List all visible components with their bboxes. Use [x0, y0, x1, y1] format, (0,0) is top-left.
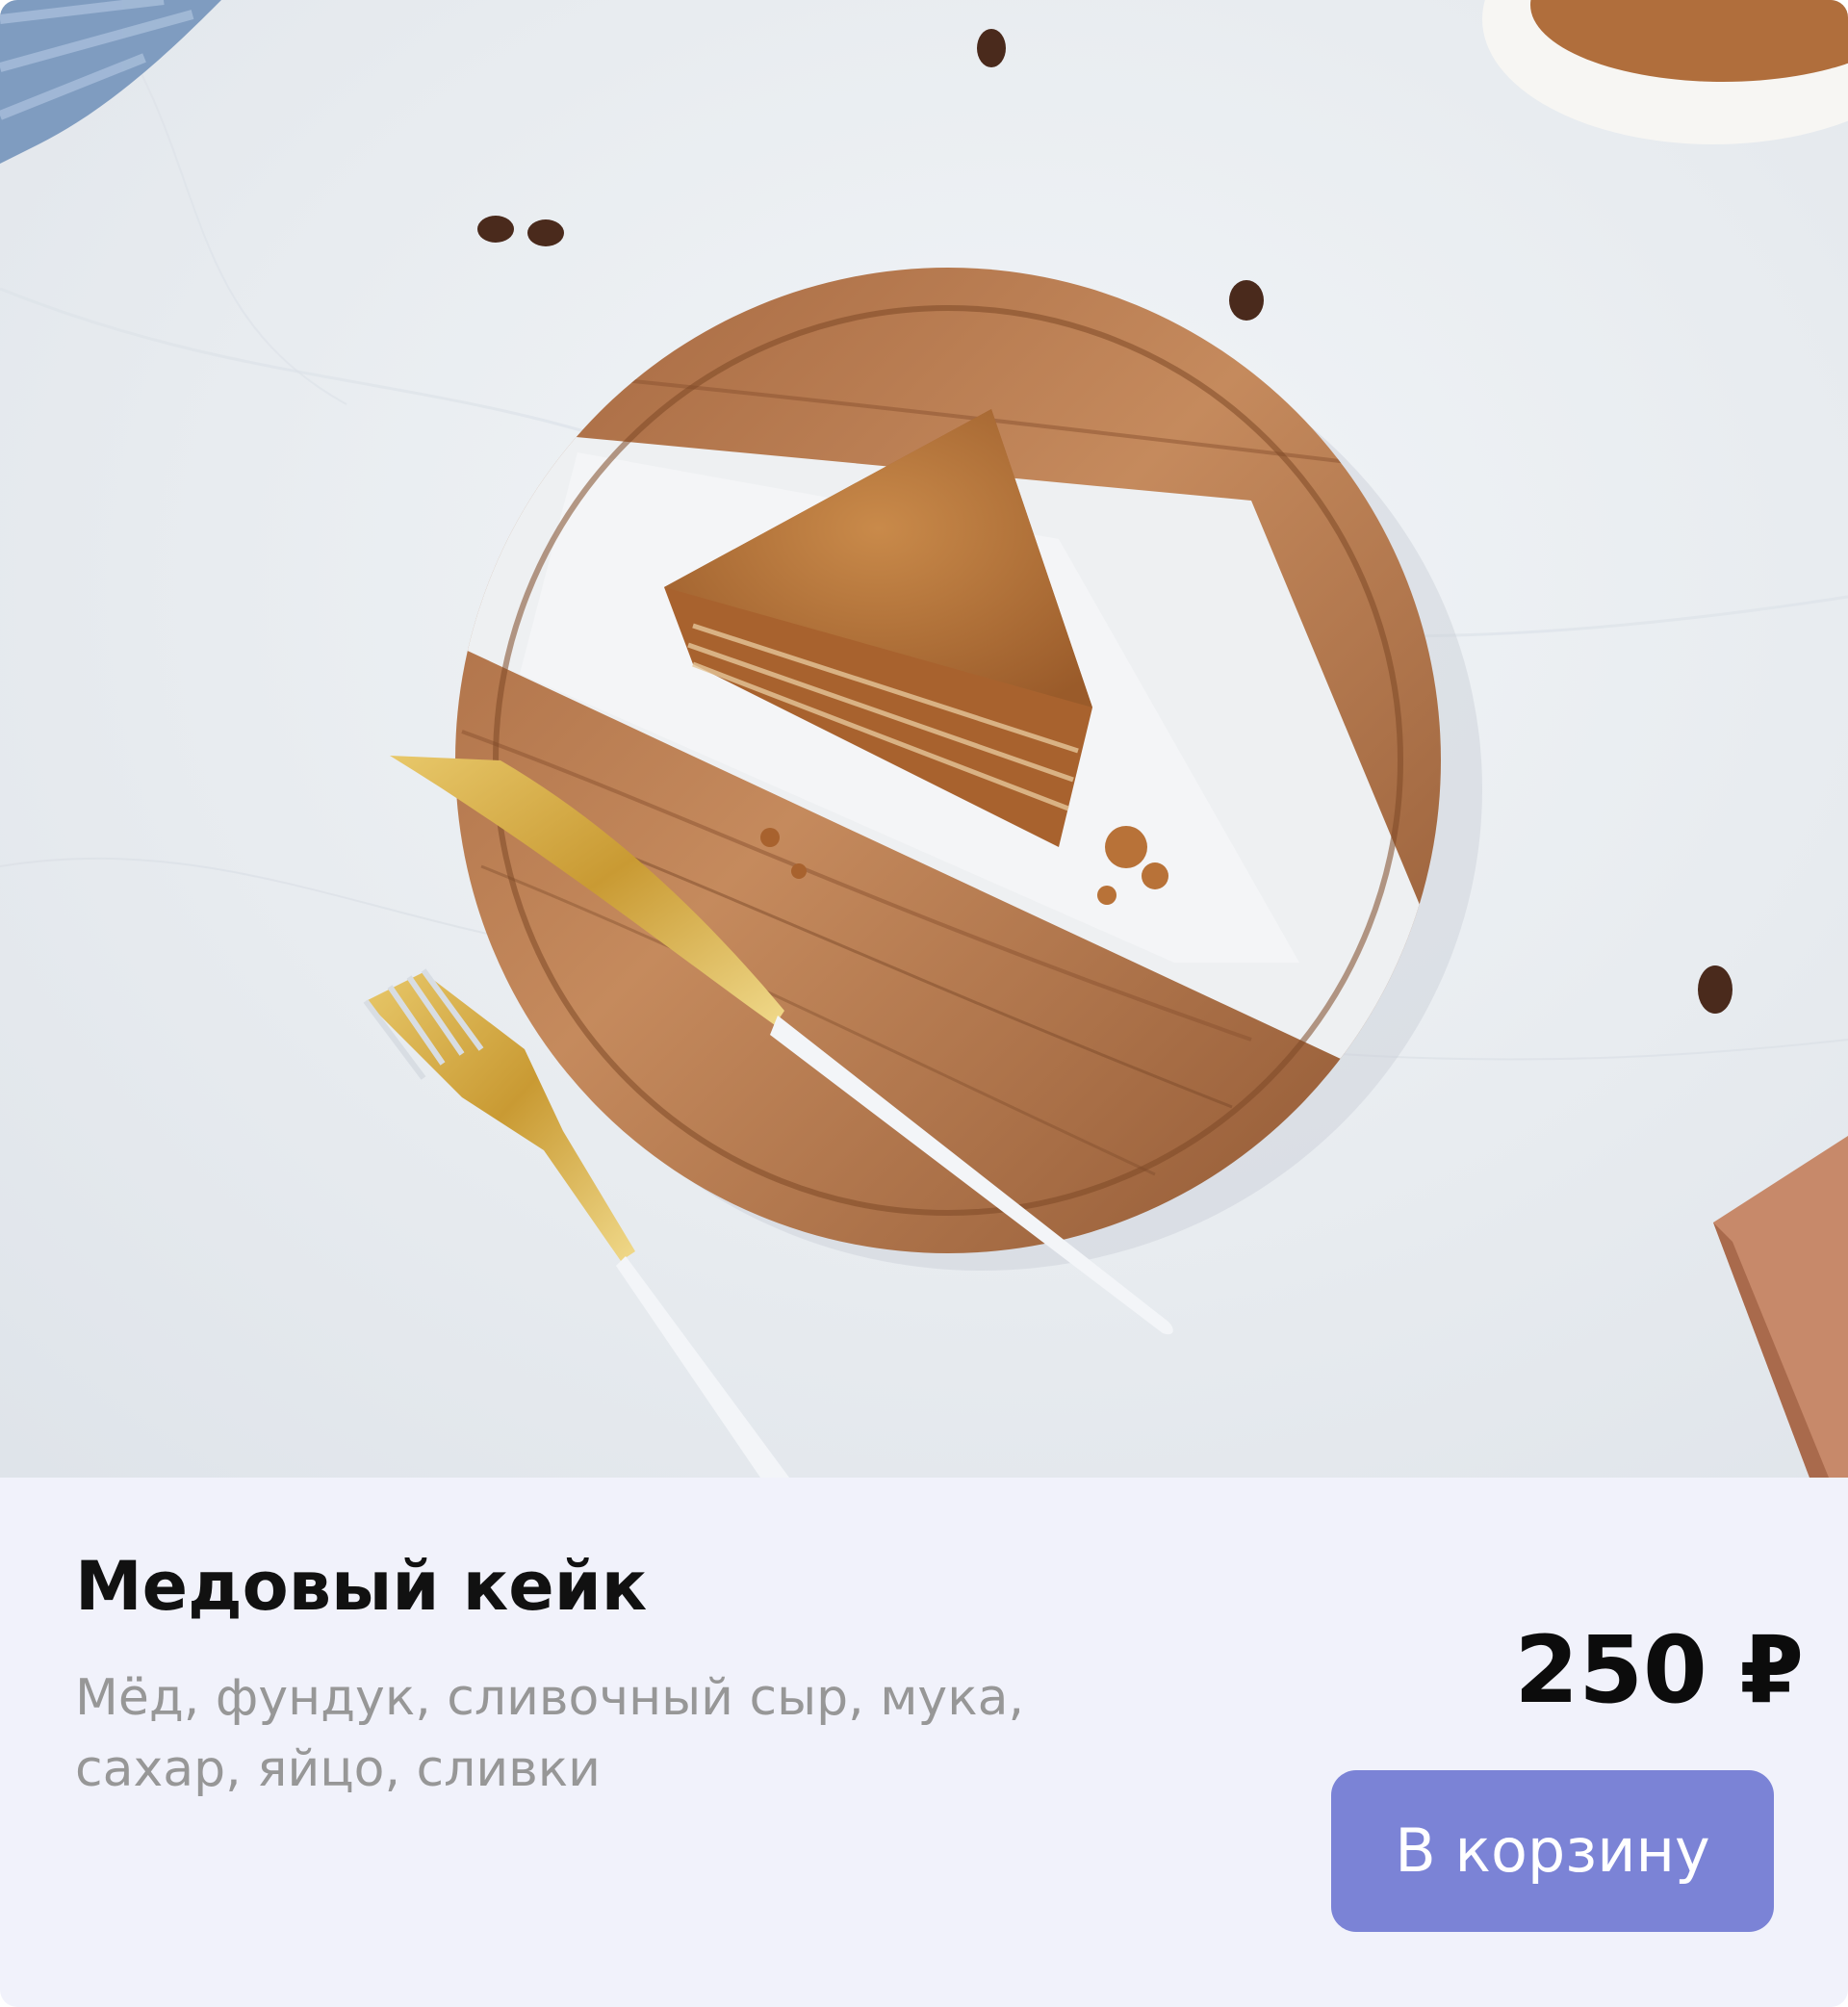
- product-price: 250 ₽: [1514, 1616, 1804, 1724]
- product-title: Медовый кейк: [75, 1547, 648, 1626]
- add-to-cart-button[interactable]: В корзину: [1331, 1770, 1774, 1932]
- product-photo: [0, 0, 1848, 1478]
- product-description: Мёд, фундук, сливочный сыр, мука, сахар,…: [75, 1669, 1024, 1798]
- product-info: Медовый кейк Мёд, фундук, сливочный сыр,…: [8, 1478, 1840, 1999]
- product-card: Медовый кейк Мёд, фундук, сливочный сыр,…: [0, 0, 1848, 2007]
